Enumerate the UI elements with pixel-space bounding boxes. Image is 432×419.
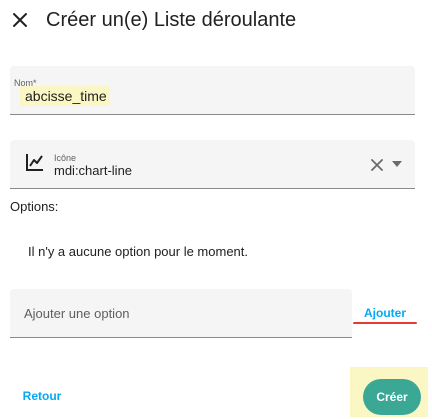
annotation-underline — [353, 322, 417, 324]
create-button[interactable]: Créer — [363, 379, 421, 415]
close-button[interactable] — [6, 6, 34, 34]
dropdown-arrow-icon[interactable] — [391, 159, 403, 169]
close-icon — [13, 13, 27, 27]
icon-field-value[interactable]: mdi:chart-line — [54, 163, 132, 178]
options-label: Options: — [10, 199, 59, 214]
add-option-input[interactable] — [10, 289, 352, 338]
icon-field-label: Icône — [54, 153, 77, 163]
back-button[interactable]: Retour — [14, 382, 70, 410]
name-field-value[interactable]: abcisse_time — [20, 86, 110, 106]
empty-options-message: Il n'y a aucune option pour le moment. — [28, 244, 249, 259]
clear-icon[interactable] — [369, 157, 385, 173]
chart-line-icon — [26, 154, 43, 171]
dialog-title: Créer un(e) Liste déroulante — [46, 9, 297, 31]
